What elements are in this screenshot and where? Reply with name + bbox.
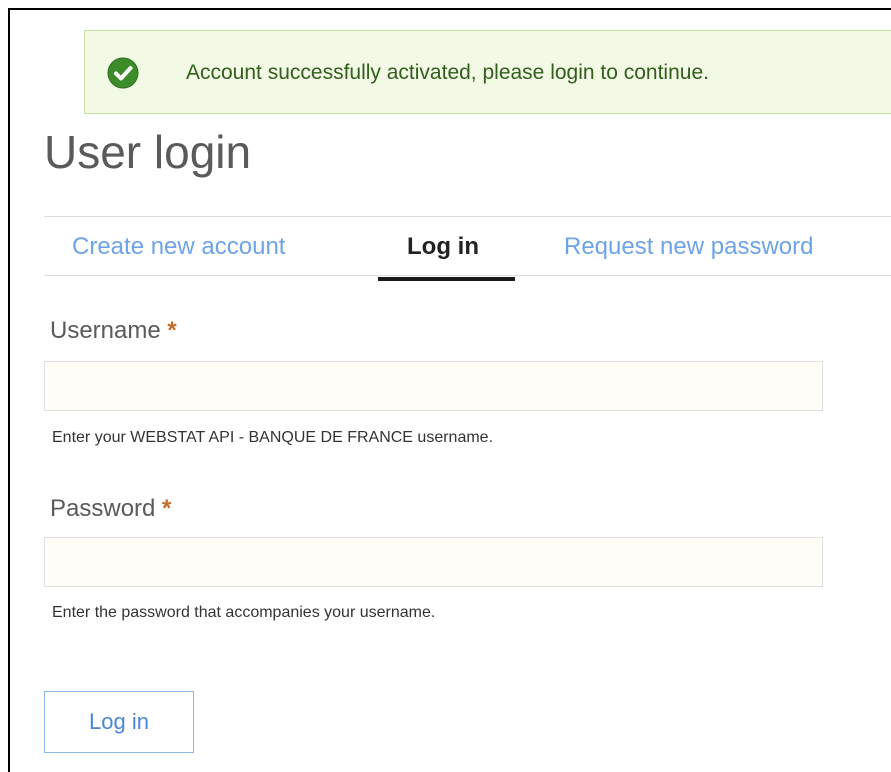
page-title: User login [44,126,252,178]
tab-request-new-password[interactable]: Request new password [564,232,813,262]
password-input[interactable] [44,537,823,587]
password-description: Enter the password that accompanies your… [52,604,436,621]
username-label-text: Username [50,317,161,344]
tab-create-new-account[interactable]: Create new account [72,232,285,262]
tabs-bottom-divider [44,275,891,276]
username-input[interactable] [44,361,823,411]
password-label-text: Password [50,495,156,522]
status-message-text: Account successfully activated, please l… [186,61,709,84]
password-label: Password * [50,494,171,524]
required-marker: * [162,495,172,522]
status-message: Account successfully activated, please l… [84,30,891,114]
username-description: Enter your WEBSTAT API - BANQUE DE FRANC… [52,429,494,446]
tab-log-in[interactable]: Log in [407,232,479,262]
required-marker: * [167,317,177,344]
active-tab-indicator [378,277,515,281]
check-circle-icon [107,57,139,89]
username-label: Username * [50,316,177,346]
log-in-button[interactable]: Log in [44,691,194,753]
tabs-top-divider [44,216,891,217]
